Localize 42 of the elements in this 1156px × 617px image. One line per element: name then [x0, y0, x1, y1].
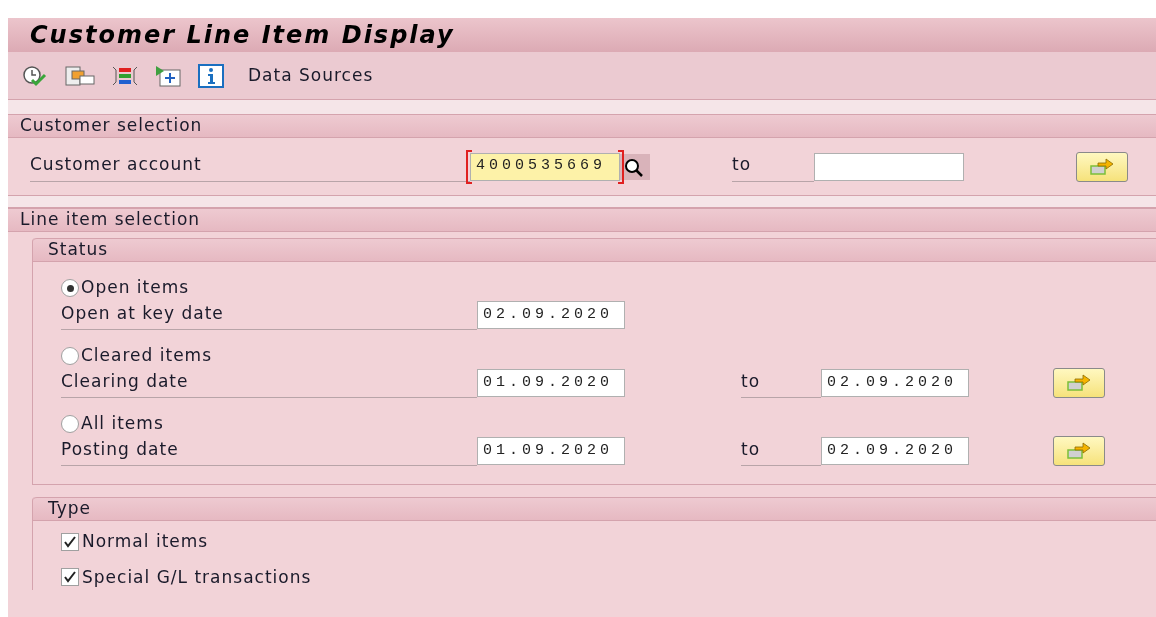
checkbox-label: Special G/L transactions [82, 565, 312, 589]
section-title: Type [48, 497, 92, 521]
multiple-selection-button[interactable] [1053, 436, 1105, 466]
checkbox[interactable] [61, 532, 79, 551]
multiple-selection-button[interactable] [1076, 151, 1128, 182]
radio-button[interactable] [61, 415, 79, 433]
checkbox-label: Normal items [82, 530, 209, 553]
to-label: to [741, 369, 761, 393]
field-label: Clearing date [61, 369, 189, 393]
checkbox[interactable] [61, 568, 79, 587]
search-icon[interactable] [620, 153, 650, 180]
multiple-selection-button[interactable] [1053, 368, 1105, 398]
data-sources-button[interactable]: Data Sources [248, 62, 374, 89]
field-label: Customer account [30, 153, 202, 176]
input-field[interactable]: 02.09.2020 [477, 301, 625, 329]
input-field[interactable] [814, 152, 964, 181]
section-title: Line item selection [20, 208, 201, 232]
section-title: Status [48, 238, 109, 262]
input-field[interactable]: 02.09.2020 [821, 369, 969, 397]
arrow-icon [1066, 442, 1092, 460]
to-label: to [741, 437, 761, 461]
input-field[interactable]: 01.09.2020 [477, 369, 625, 397]
radio-label: Cleared items [81, 344, 212, 368]
arrow-icon [1066, 374, 1092, 392]
input-field[interactable]: 4000535669 [470, 152, 620, 181]
section-title: Customer selection [20, 114, 203, 138]
add-table-icon[interactable] [154, 63, 184, 88]
input-field[interactable]: 01.09.2020 [477, 437, 625, 465]
radio-label: Open items [81, 276, 190, 300]
radio-button[interactable] [61, 347, 79, 365]
window-title: Customer Line Item Display [30, 20, 455, 51]
field-label: Posting date [61, 437, 179, 461]
input-field[interactable]: 02.09.2020 [821, 437, 969, 465]
info-icon[interactable] [198, 63, 224, 88]
checkmark-icon [64, 535, 76, 548]
copy-windows-icon[interactable] [64, 63, 96, 88]
radio-button[interactable] [61, 279, 79, 297]
arrow-icon [1089, 157, 1115, 176]
field-label: Open at key date [61, 301, 224, 325]
radio-label: All items [81, 412, 164, 436]
checkmark-icon [64, 571, 76, 584]
to-label: to [732, 153, 752, 176]
